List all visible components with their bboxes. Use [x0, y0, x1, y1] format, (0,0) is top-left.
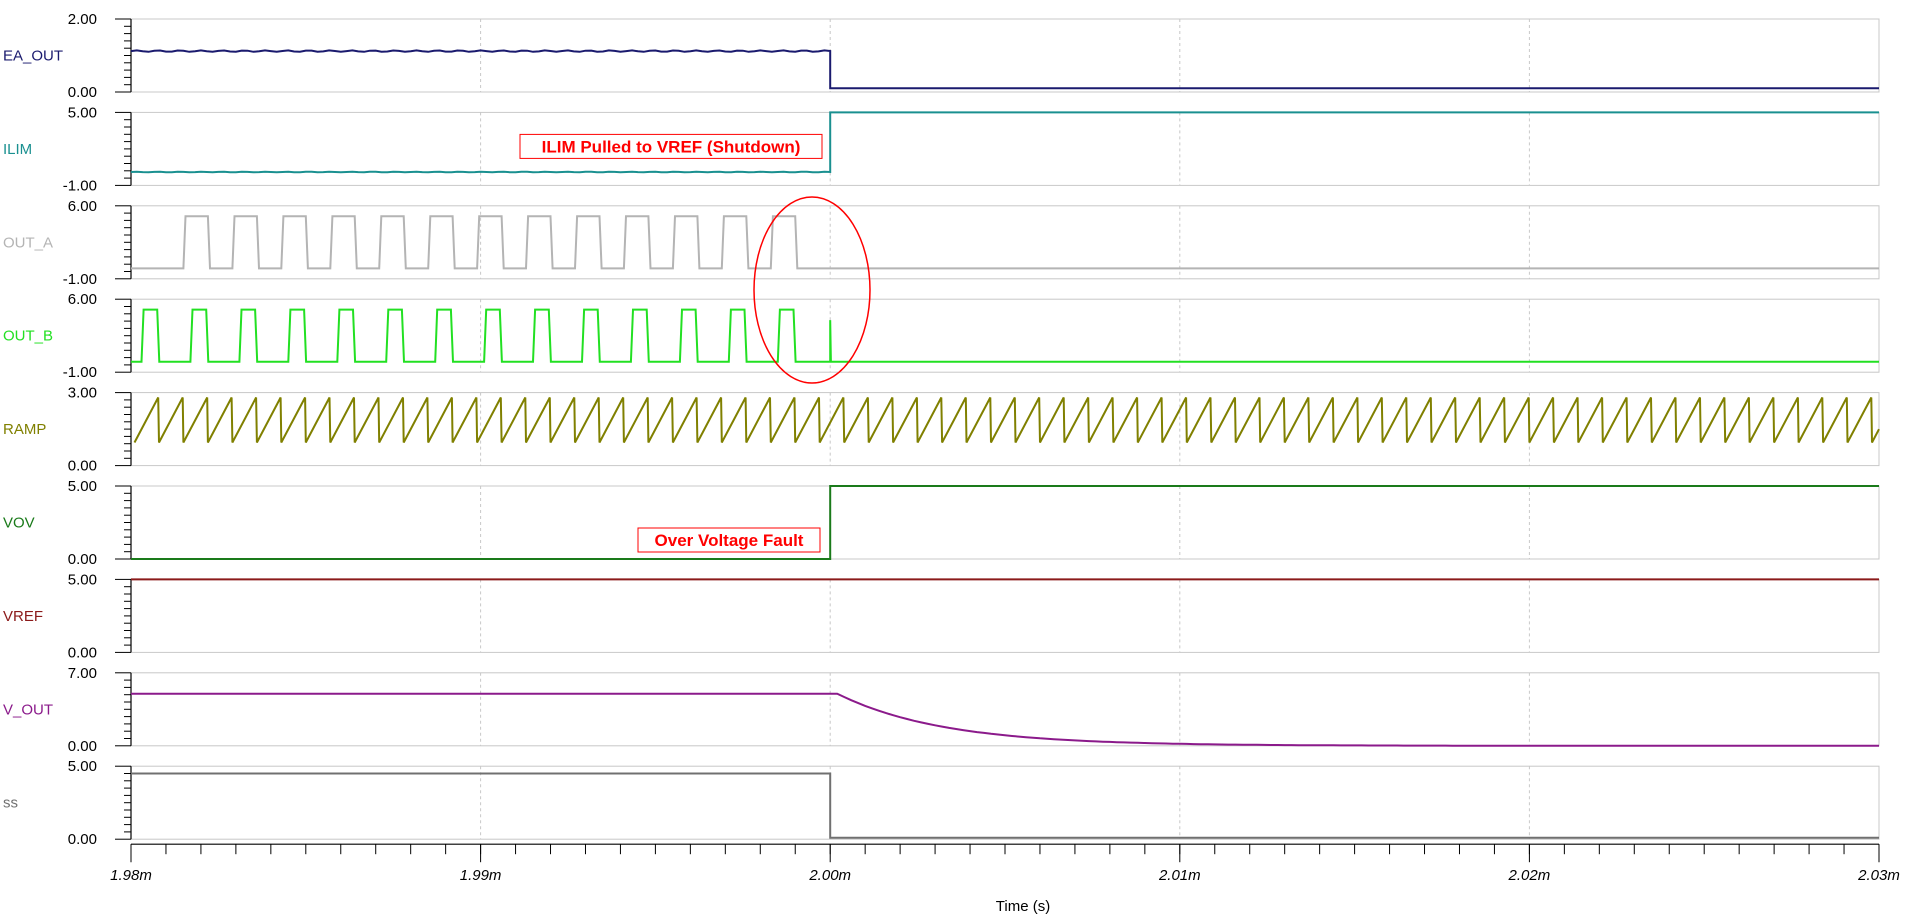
panel-frame [130, 392, 1880, 467]
y-tick-label: 6.00 [68, 198, 97, 215]
y-tick-label: 5.00 [68, 478, 97, 495]
y-tick-label: 5.00 [68, 758, 97, 775]
y-tick-label: 3.00 [68, 385, 97, 402]
series-label: V_OUT [3, 701, 53, 718]
series-label: VOV [3, 515, 35, 532]
y-tick-label: 5.00 [68, 571, 97, 588]
waveform-panels: 2.00 0.00 EA_OUT 5.00 -1.00 ILIM 6.00 -1.00 OUT_… [3, 11, 1880, 848]
y-tick-label: -1.00 [63, 177, 97, 194]
x-tick-label: 2.02m [1508, 867, 1551, 884]
panel-ilim: 5.00 -1.00 ILIM [3, 104, 1880, 194]
x-tick-label: 2.03m [1857, 867, 1900, 884]
series-label: EA_OUT [3, 48, 63, 65]
y-tick-label: 0.00 [68, 551, 97, 568]
y-tick-label: 0.00 [68, 644, 97, 661]
waveform-chart: 2.00 0.00 EA_OUT 5.00 -1.00 ILIM 6.00 -1.00 OUT_… [3, 11, 1900, 915]
x-axis-title: Time (s) [996, 898, 1050, 915]
panel-out-b: 6.00 -1.00 OUT_B [3, 291, 1880, 381]
panel-v-out: 7.00 0.00 V_OUT [3, 665, 1880, 755]
panel-vov: 5.00 0.00 VOV [3, 478, 1880, 568]
y-tick-label: 0.00 [68, 831, 97, 848]
panel-frame [130, 485, 1880, 560]
y-tick-label: 0.00 [68, 84, 97, 101]
y-tick-label: 0.00 [68, 738, 97, 755]
x-tick-label: 2.01m [1158, 867, 1201, 884]
y-tick-label: 0.00 [68, 458, 97, 475]
panel-ea-out: 2.00 0.00 EA_OUT [3, 11, 1880, 101]
panel-vref: 5.00 0.00 VREF [3, 571, 1880, 661]
y-tick-label: 5.00 [68, 104, 97, 121]
panel-ss: 5.00 0.00 ss [3, 758, 1880, 848]
annotation-label: ILIM Pulled to VREF (Shutdown) [542, 137, 801, 156]
x-tick-label: 1.98m [110, 867, 152, 884]
panel-frame [130, 18, 1880, 93]
panel-ramp: 3.00 0.00 RAMP [3, 385, 1880, 475]
series-label: ILIM [3, 141, 32, 158]
y-tick-label: 7.00 [68, 665, 97, 682]
series-label: VREF [3, 608, 43, 625]
x-axis: 1.98m 1.99m 2.00m 2.01m 2.02m 2.03m [110, 843, 1900, 884]
series-label: RAMP [3, 421, 46, 438]
y-tick-label: -1.00 [63, 364, 97, 381]
y-tick-label: 6.00 [68, 291, 97, 308]
panel-out-a: 6.00 -1.00 OUT_A [3, 198, 1880, 288]
series-label: OUT_A [3, 234, 53, 251]
series-label: ss [3, 795, 18, 812]
x-tick-label: 2.00m [808, 867, 851, 884]
y-tick-label: 2.00 [68, 11, 97, 28]
series-label: OUT_B [3, 328, 53, 345]
panel-frame [130, 765, 1880, 840]
panel-frame [130, 111, 1880, 186]
x-tick-label: 1.99m [460, 867, 502, 884]
y-tick-label: -1.00 [63, 271, 97, 288]
panel-frame [130, 578, 1880, 653]
annotation-label: Over Voltage Fault [655, 531, 804, 550]
